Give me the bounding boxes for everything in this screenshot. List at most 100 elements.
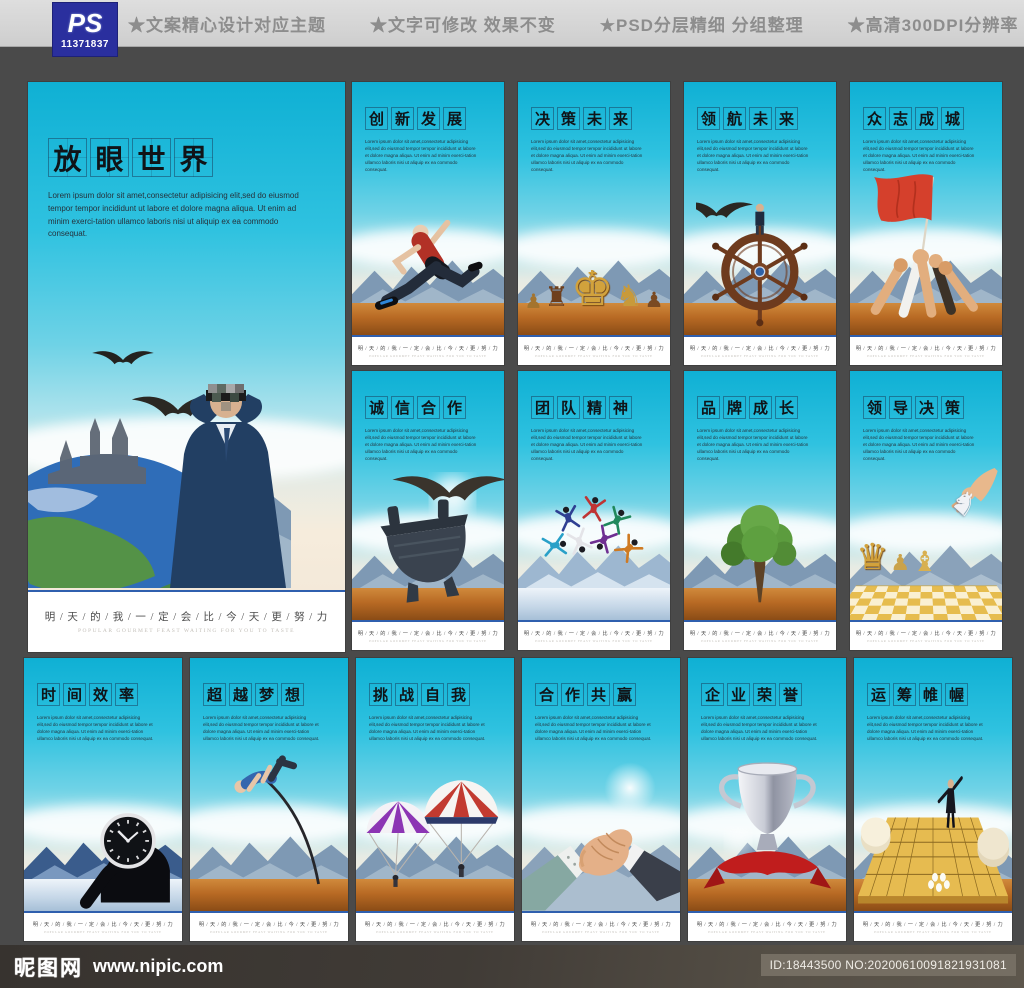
poster-photo [190, 754, 348, 911]
title-char: 众 [863, 107, 886, 130]
runner-icon [375, 220, 483, 311]
poster-slogan: 明 / 天 / 的 / 我 / 一 / 定 / 会 / 比 / 今 / 天 / … [357, 631, 499, 637]
poster-title: 挑战自我 [369, 683, 502, 706]
title-char: 效 [89, 683, 112, 706]
poster-body-text: Lorem ipsum dolor sit amet,consectetur a… [701, 715, 818, 742]
poster-title: 团队精神 [531, 396, 658, 419]
title-char: 未 [583, 107, 606, 130]
title-char: 志 [889, 107, 912, 130]
poster-slogan: 明 / 天 / 的 / 我 / 一 / 定 / 会 / 比 / 今 / 天 / … [32, 922, 174, 928]
title-char: 来 [775, 107, 798, 130]
title-char: 赢 [613, 683, 636, 706]
title-char: 领 [863, 396, 886, 419]
poster-slogan-en: POPULAR GOURMET FEAST WAITING FOR YOU TO… [535, 639, 653, 643]
poster-body-text: Lorem ipsum dolor sit amet,consectetur a… [535, 715, 652, 742]
poster-body-text: Lorem ipsum dolor sit amet,consectetur a… [697, 428, 809, 462]
title-char: 业 [727, 683, 750, 706]
feature-item: ★文案精心设计对应主题 [128, 15, 326, 35]
poster-photo [688, 759, 846, 911]
title-char: 率 [115, 683, 138, 706]
poster-grid-4: 众志成城 Lorem ipsum dolor sit amet,consecte… [850, 82, 1002, 365]
poster-slogan: 明 / 天 / 的 / 我 / 一 / 定 / 会 / 比 / 今 / 天 / … [198, 922, 340, 928]
tree-icon [721, 505, 797, 603]
poster-body-text: Lorem ipsum dolor sit amet,consectetur a… [369, 715, 486, 742]
binoculars-man-globe-icon [28, 351, 286, 588]
poster-slogan-en: POPULAR GOURMET FEAST WAITING FOR YOU TO… [874, 930, 992, 934]
poster-title: 放眼世界 [48, 138, 325, 177]
title-char: 领 [697, 107, 720, 130]
title-char: 运 [867, 683, 890, 706]
title-char: 品 [697, 396, 720, 419]
poster-slogan: 明 / 天 / 的 / 我 / 一 / 定 / 会 / 比 / 今 / 天 / … [364, 922, 506, 928]
title-char: 挑 [369, 683, 392, 706]
poster-bottom-1: 时间效率 Lorem ipsum dolor sit amet,consecte… [24, 658, 182, 941]
title-char: 信 [391, 396, 414, 419]
title-char: 间 [63, 683, 86, 706]
ship-wheel-icon [696, 202, 808, 327]
poster-slogan-en: POPULAR GOURMET FEAST WAITING FOR YOU TO… [542, 930, 660, 934]
poster-slogan: 明 / 天 / 的 / 我 / 一 / 定 / 会 / 比 / 今 / 天 / … [855, 631, 997, 637]
poster-title: 合作共赢 [535, 683, 668, 706]
title-char: 界 [174, 138, 213, 177]
poster-bottom-3: 挑战自我 Lorem ipsum dolor sit amet,consecte… [356, 658, 514, 941]
poster-body-text: Lorem ipsum dolor sit amet,consectetur a… [203, 715, 320, 742]
title-char: 荣 [753, 683, 776, 706]
title-char: 帷 [919, 683, 942, 706]
poster-grid-1: 创新发展 Lorem ipsum dolor sit amet,consecte… [352, 82, 504, 365]
poster-grid-2: 决策未来 Lorem ipsum dolor sit amet,consecte… [518, 82, 670, 365]
title-char: 梦 [255, 683, 278, 706]
poster-slogan: 明 / 天 / 的 / 我 / 一 / 定 / 会 / 比 / 今 / 天 / … [855, 346, 997, 352]
trophy-icon [703, 762, 831, 889]
poster-slogan-en: POPULAR GOURMET FEAST WAITING FOR YOU TO… [867, 354, 985, 358]
poster-grid-5: 诚信合作 Lorem ipsum dolor sit amet,consecte… [352, 371, 504, 650]
poster-slogan-en: POPULAR GOURMET FEAST WAITING FOR YOU TO… [867, 639, 985, 643]
poster-slogan-en: POPULAR GOURMET FEAST WAITING FOR YOU TO… [369, 639, 487, 643]
poster-photo [24, 759, 182, 911]
poster-photo [684, 183, 836, 335]
title-char: 眼 [90, 138, 129, 177]
poster-slogan-en: POPULAR GOURMET FEAST WAITING FOR YOU TO… [210, 930, 328, 934]
skydivers-icon [541, 496, 644, 564]
poster-photo [854, 759, 1012, 911]
title-char: 我 [447, 683, 470, 706]
title-char: 成 [749, 396, 772, 419]
poster-bottom-2: 超越梦想 Lorem ipsum dolor sit amet,consecte… [190, 658, 348, 941]
title-char: 牌 [723, 396, 746, 419]
poster-body-text: Lorem ipsum dolor sit amet,consectetur a… [867, 715, 984, 742]
poster-slogan: 明 / 天 / 的 / 我 / 一 / 定 / 会 / 比 / 今 / 天 / … [44, 612, 329, 623]
title-char: 队 [557, 396, 580, 419]
poster-photo: ♟ ♜ ♚ ♞ ♟ [518, 183, 670, 335]
poster-photo [352, 183, 504, 335]
poster-title: 运筹帷幄 [867, 683, 1000, 706]
feature-item: ★PSD分层精细 分组整理 [599, 15, 804, 35]
poster-slogan-en: POPULAR GOURMET FEAST WAITING FOR YOU TO… [369, 354, 487, 358]
poster-slogan: 明 / 天 / 的 / 我 / 一 / 定 / 会 / 比 / 今 / 天 / … [862, 922, 1004, 928]
poster-bottom-6: 运筹帷幄 Lorem ipsum dolor sit amet,consecte… [854, 658, 1012, 941]
title-char: 共 [587, 683, 610, 706]
site-url[interactable]: www.nipic.com [93, 956, 223, 977]
title-char: 筹 [893, 683, 916, 706]
poster-head: 放眼世界 Lorem ipsum dolor sit amet,consecte… [28, 82, 345, 241]
poster-photo [522, 759, 680, 911]
poster-slogan-en: POPULAR GOURMET FEAST WAITING FOR YOU TO… [708, 930, 826, 934]
poster-grid-6: 团队精神 Lorem ipsum dolor sit amet,consecte… [518, 371, 670, 650]
nipic-logo: 昵图网 [14, 956, 83, 980]
title-char: 作 [443, 396, 466, 419]
poster-body-text: Lorem ipsum dolor sit amet,consectetur a… [365, 428, 477, 462]
title-char: 作 [561, 683, 584, 706]
ps-logo: PS 11371837 [52, 2, 118, 57]
title-char: 战 [395, 683, 418, 706]
poster-body-text: Lorem ipsum dolor sit amet,consectetur a… [863, 139, 975, 173]
gold-chess-pieces-icon: ♛ ♟ ♝ [856, 537, 938, 579]
poster-title: 众志成城 [863, 107, 990, 130]
poster-slogan: 明 / 天 / 的 / 我 / 一 / 定 / 会 / 比 / 今 / 天 / … [696, 922, 838, 928]
title-char: 未 [749, 107, 772, 130]
poster-slogan: 明 / 天 / 的 / 我 / 一 / 定 / 会 / 比 / 今 / 天 / … [689, 631, 831, 637]
title-char: 自 [421, 683, 444, 706]
top-banner: ★文案精心设计对应主题 ★文字可修改 效果不变 ★PSD分层精细 分组整理 ★高… [0, 0, 1024, 47]
title-char: 誉 [779, 683, 802, 706]
title-char: 新 [391, 107, 414, 130]
poster-bottom-5: 企业荣誉 Lorem ipsum dolor sit amet,consecte… [688, 658, 846, 941]
title-char: 合 [535, 683, 558, 706]
ps-logo-text: PS [67, 7, 103, 38]
